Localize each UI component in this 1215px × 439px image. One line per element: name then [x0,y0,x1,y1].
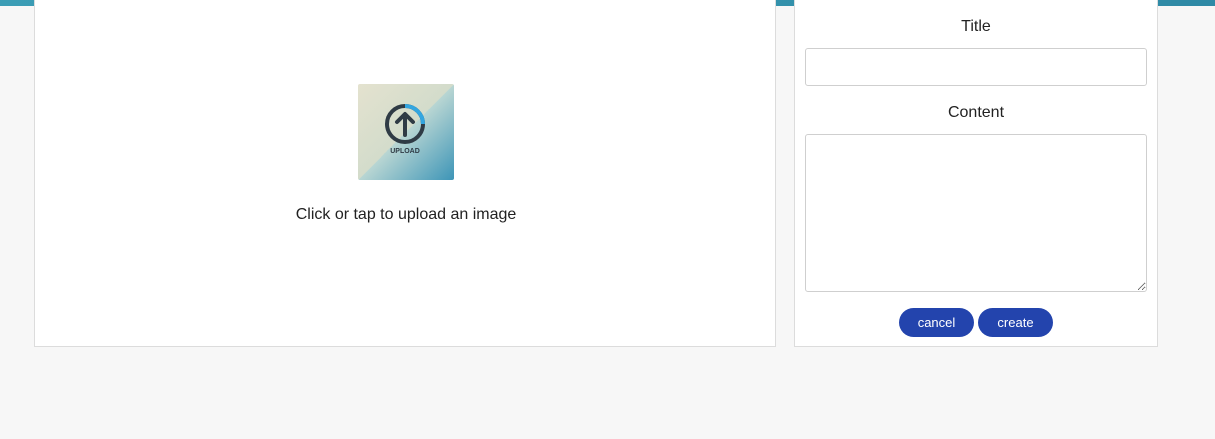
upload-hint-text: Click or tap to upload an image [295,206,517,223]
upload-image-button[interactable]: UPLOAD [358,84,454,180]
upload-icon: UPLOAD [358,84,454,180]
image-upload-panel[interactable]: UPLOAD Click or tap to upload an image [34,0,776,347]
cancel-button[interactable]: cancel [899,308,974,337]
title-input[interactable] [805,48,1147,86]
post-form-panel: Title Content cancel create [794,0,1158,347]
content-textarea[interactable] [805,134,1147,292]
upload-thumb-label: UPLOAD [390,148,420,155]
create-button[interactable]: create [978,308,1053,337]
title-label: Title [961,18,991,35]
content-label: Content [947,104,1005,121]
